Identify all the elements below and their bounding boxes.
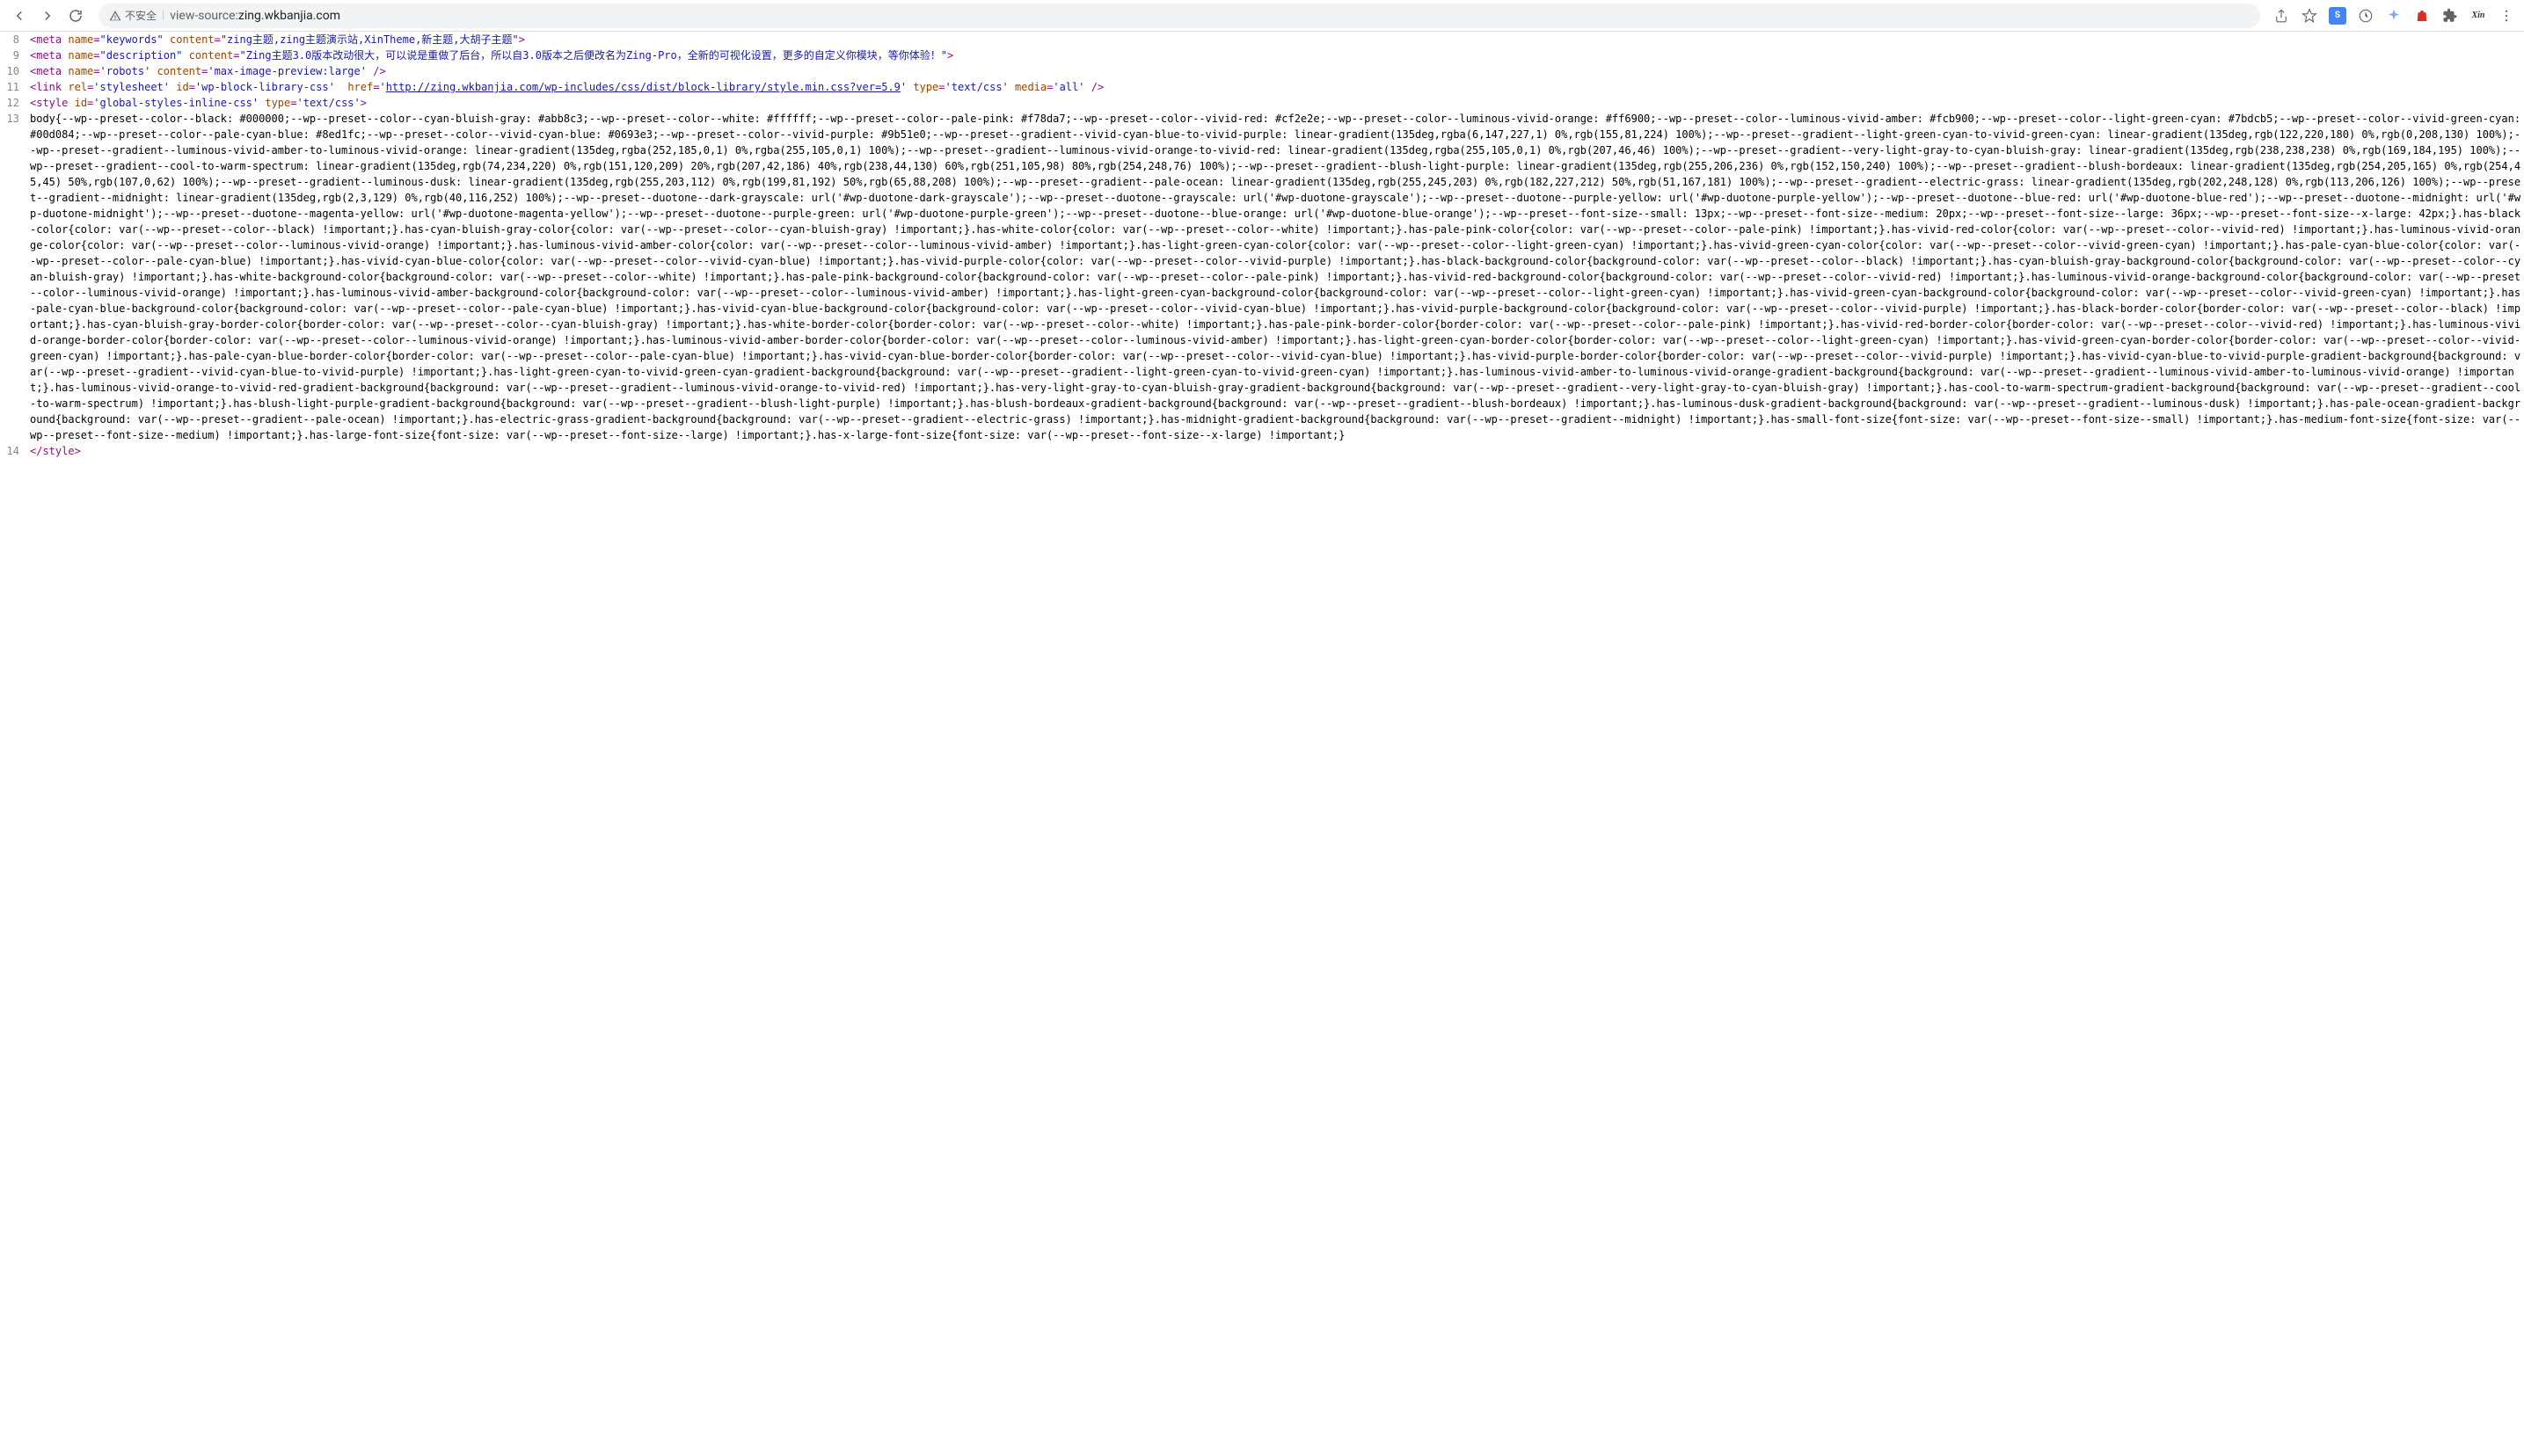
bookmark-button[interactable] [2299,5,2320,26]
puzzle-icon [2442,8,2458,24]
line-number: 14 [0,443,26,459]
source-view[interactable]: 8<meta name="keywords" content="zing主题,z… [0,32,2524,459]
share-button[interactable] [2271,5,2292,26]
shopping-bag-icon [2414,8,2430,24]
back-button[interactable] [7,4,32,28]
extensions-button[interactable] [2440,5,2461,26]
line-number: 12 [0,95,26,111]
source-line: 12<style id='global-styles-inline-css' t… [0,95,2524,111]
line-code[interactable]: <meta name='robots' content='max-image-p… [26,63,2524,79]
source-line: 11<link rel='stylesheet' id='wp-block-li… [0,79,2524,95]
star-icon [2302,8,2317,24]
browser-toolbar: 不安全 | view-source:zing.wkbanjia.com S Xi… [0,0,2524,32]
line-number: 8 [0,32,26,47]
extension-shopping[interactable] [2411,5,2433,26]
line-code[interactable]: <meta name="description" content="Zing主题… [26,47,2524,63]
extension-spark[interactable] [2383,5,2404,26]
source-link[interactable]: http://zing.wkbanjia.com/wp-includes/css… [386,81,901,93]
source-line: 10<meta name='robots' content='max-image… [0,63,2524,79]
toolbar-actions: S Xin [2271,5,2517,26]
line-number: 11 [0,79,26,95]
clock-icon [2358,8,2374,24]
source-line: 14</style> [0,443,2524,459]
forward-button[interactable] [35,4,60,28]
line-code[interactable]: <style id='global-styles-inline-css' typ… [26,95,2524,111]
line-code[interactable]: <link rel='stylesheet' id='wp-block-libr… [26,79,2524,95]
extension-xin[interactable]: Xin [2468,5,2489,26]
spark-icon [2386,8,2402,24]
warning-icon [109,10,121,22]
line-code[interactable]: <meta name="keywords" content="zing主题,zi… [26,32,2524,47]
security-indicator[interactable]: 不安全 [109,8,157,23]
source-line: 13body{--wp--preset--color--black: #0000… [0,111,2524,443]
line-number: 13 [0,111,26,443]
url-text: view-source:zing.wkbanjia.com [170,9,2250,23]
address-bar[interactable]: 不安全 | view-source:zing.wkbanjia.com [98,4,2260,28]
line-number: 9 [0,47,26,63]
reload-icon [68,8,84,24]
line-code[interactable]: </style> [26,443,2524,459]
s-icon: S [2329,7,2346,25]
menu-button[interactable] [2496,5,2517,26]
arrow-right-icon [40,8,55,24]
line-number: 10 [0,63,26,79]
security-text: 不安全 [125,8,157,23]
extension-s[interactable]: S [2327,5,2348,26]
menu-dots-icon [2498,8,2514,24]
source-line: 8<meta name="keywords" content="zing主题,z… [0,32,2524,47]
line-code[interactable]: body{--wp--preset--color--black: #000000… [26,111,2524,443]
reload-button[interactable] [63,4,88,28]
extension-clock[interactable] [2355,5,2376,26]
source-line: 9<meta name="description" content="Zing主… [0,47,2524,63]
arrow-left-icon [11,8,27,24]
xin-icon: Xin [2469,7,2487,25]
share-icon [2273,8,2289,24]
